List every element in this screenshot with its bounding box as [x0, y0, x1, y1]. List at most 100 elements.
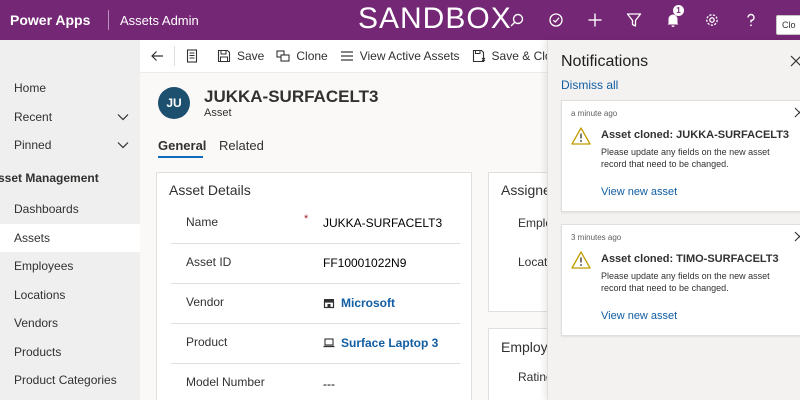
tab-general[interactable]: General	[158, 138, 206, 153]
vendor-lookup-link[interactable]: Microsoft	[323, 296, 395, 310]
notification-card: a minute ago Asset cloned: JUKKA-SURFACE…	[561, 100, 800, 212]
avatar: JU	[158, 87, 190, 119]
clone-button[interactable]: Clone	[276, 40, 328, 73]
nav-item-product-categories[interactable]: Product Categories	[0, 366, 140, 394]
clone-button-label: Clone	[296, 49, 328, 63]
arrow-left-icon	[151, 51, 163, 61]
gear-icon[interactable]	[692, 0, 731, 40]
tab-related[interactable]: Related	[219, 138, 264, 153]
plus-icon[interactable]	[575, 0, 614, 40]
warning-icon	[571, 127, 591, 145]
notification-heading: Asset cloned: JUKKA-SURFACELT3	[601, 129, 790, 141]
list-icon	[340, 51, 353, 61]
field-vendor: Vendor Microsoft	[171, 284, 460, 324]
nav-item-label: Products	[14, 345, 62, 359]
field-asset-id: Asset ID FF10001022N9	[171, 244, 460, 284]
field-name: Name * JUKKA-SURFACELT3	[171, 204, 460, 244]
nav-item-locations[interactable]: Locations	[0, 281, 140, 309]
nav-item-label: Locations	[14, 288, 66, 302]
nav-item-recent[interactable]: Recent	[0, 103, 140, 131]
save-and-close-button[interactable]: Save & Clo	[472, 40, 552, 73]
nav-item-label: Dashboards	[14, 202, 79, 216]
nav-item-dashboards[interactable]: Dashboards	[0, 195, 140, 223]
warning-icon	[571, 251, 591, 269]
close-icon[interactable]	[794, 107, 800, 118]
filter-icon[interactable]	[614, 0, 653, 40]
notification-heading: Asset cloned: TIMO-SURFACELT3	[601, 253, 779, 265]
nav-item-label: Assets	[14, 231, 51, 245]
environment-label: SANDBOX	[358, 2, 512, 35]
save-and-close-label: Save & Clo	[491, 49, 552, 63]
required-indicator: *	[304, 213, 309, 225]
clone-icon	[276, 50, 290, 62]
view-new-asset-link[interactable]: View new asset	[601, 310, 677, 322]
brand-label[interactable]: Power Apps	[0, 12, 108, 28]
app-name[interactable]: Assets Admin	[109, 13, 359, 28]
model-number-input[interactable]: ---	[323, 377, 335, 391]
product-lookup-link[interactable]: Surface Laptop 3	[323, 336, 438, 350]
notification-time: 3 minutes ago	[571, 233, 622, 242]
laptop-icon	[323, 338, 335, 348]
save-button-label: Save	[237, 49, 265, 63]
target-icon[interactable]	[536, 0, 575, 40]
section-title: Employ	[501, 339, 548, 355]
save-button[interactable]: Save	[217, 40, 264, 73]
close-icon[interactable]	[790, 55, 800, 67]
view-new-asset-link[interactable]: View new asset	[601, 186, 677, 198]
field-product: Product Surface Laptop 3	[171, 324, 460, 364]
section-title: Assigne	[501, 182, 551, 198]
view-active-assets-button[interactable]: View Active Assets	[340, 40, 460, 73]
back-button[interactable]	[140, 40, 174, 73]
search-icon[interactable]	[497, 0, 536, 40]
notification-body: Please update any fields on the new asse…	[601, 271, 770, 293]
chevron-down-icon[interactable]	[116, 138, 130, 152]
top-bar: Power Apps Assets Admin SANDBOX 1 Clo	[0, 0, 800, 40]
field-label: Vendor	[186, 295, 225, 309]
nav-item-products[interactable]: Products	[0, 338, 140, 366]
save-close-icon	[472, 49, 485, 63]
form-icon	[186, 49, 198, 63]
chevron-down-icon[interactable]	[116, 110, 130, 124]
name-input[interactable]: JUKKA-SURFACELT3	[323, 216, 442, 230]
form-selector-button[interactable]	[185, 40, 205, 73]
asset-id-input[interactable]: FF10001022N9	[323, 256, 406, 270]
field-label: Locati	[518, 255, 551, 269]
nav-item-label: Product Categories	[14, 373, 117, 387]
save-icon	[217, 49, 231, 63]
notification-count-badge: 1	[673, 5, 684, 16]
product-value: Surface Laptop 3	[341, 336, 439, 350]
view-active-assets-label: View Active Assets	[359, 49, 460, 63]
record-title: JUKKA-SURFACELT3	[204, 87, 379, 106]
top-icons: 1 Clo	[497, 0, 800, 40]
nav-section-header: sset Management	[0, 171, 99, 185]
tooltip-anchor: Clo	[770, 0, 800, 40]
nav-item-pinned[interactable]: Pinned	[0, 131, 140, 159]
section-title: Asset Details	[169, 182, 251, 198]
notifications-title: Notifications	[561, 53, 649, 70]
left-nav: Home Recent Pinned sset Management Dashb…	[0, 40, 140, 400]
field-label: Model Number	[186, 375, 265, 389]
nav-item-label: Employees	[14, 259, 74, 273]
nav-item-home[interactable]: Home	[0, 74, 140, 102]
field-label: Product	[186, 335, 228, 349]
close-tooltip: Clo	[776, 15, 800, 35]
notification-card: 3 minutes ago Asset cloned: TIMO-SURFACE…	[561, 224, 800, 336]
nav-item-label: Home	[14, 81, 47, 95]
active-tab-indicator	[158, 156, 203, 158]
close-icon[interactable]	[794, 231, 800, 242]
nav-item-label: Pinned	[14, 138, 52, 152]
field-model-number: Model Number ---	[171, 364, 460, 400]
field-label: Asset ID	[186, 255, 232, 269]
nav-item-employees[interactable]: Employees	[0, 252, 140, 280]
divider	[174, 46, 175, 66]
help-icon[interactable]	[731, 0, 770, 40]
nav-item-vendors[interactable]: Vendors	[0, 309, 140, 337]
bell-icon[interactable]: 1	[653, 0, 692, 40]
nav-item-assets[interactable]: Assets	[0, 224, 140, 252]
nav-item-label: Vendors	[14, 316, 59, 330]
notification-time: a minute ago	[571, 109, 618, 118]
record-entity-type: Asset	[204, 107, 232, 119]
notifications-panel: Notifications Dismiss all a minute ago A…	[547, 40, 800, 400]
dismiss-all-link[interactable]: Dismiss all	[561, 78, 618, 92]
nav-item-label: Recent	[14, 110, 53, 124]
